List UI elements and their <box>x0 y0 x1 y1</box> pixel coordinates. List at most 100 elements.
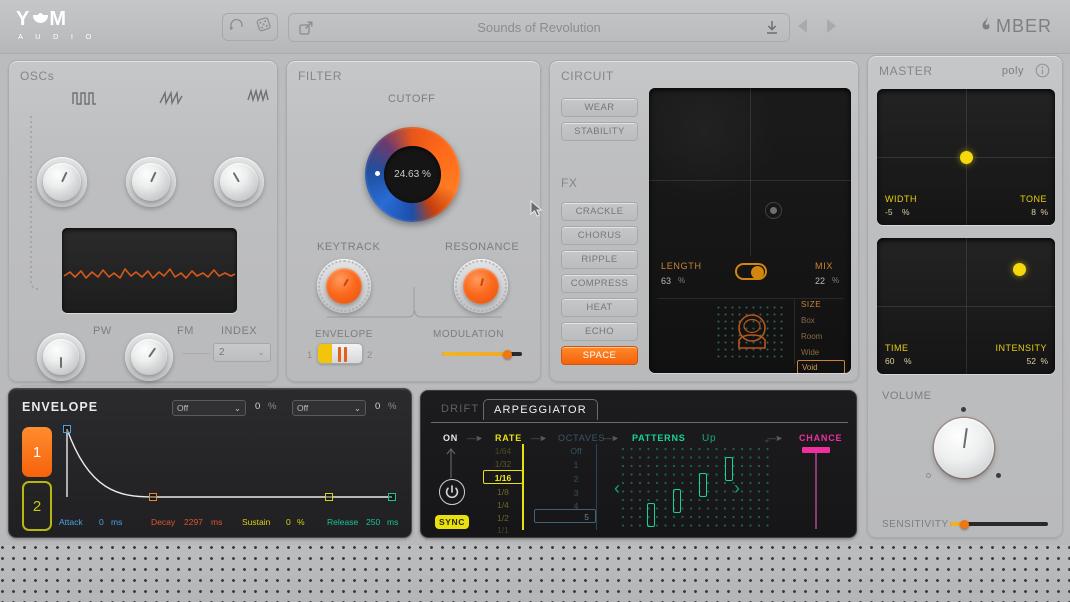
freeze-toggle[interactable] <box>735 263 767 280</box>
circuit-display[interactable]: LENGTH 63 % MIX 22 % SIZE Box Room Wide … <box>649 88 851 373</box>
fm-knob[interactable] <box>125 333 173 381</box>
fx-button-echo[interactable]: ECHO <box>561 322 638 341</box>
decay-unit: ms <box>211 517 222 527</box>
length-unit: % <box>678 276 685 285</box>
osc3-knob[interactable] <box>214 157 264 207</box>
circuit-button-wear[interactable]: WEAR <box>561 98 638 117</box>
osc2-knob[interactable] <box>126 157 176 207</box>
resonance-knob[interactable] <box>454 259 508 313</box>
pattern-grid[interactable] <box>621 447 771 529</box>
pattern-note-1[interactable] <box>647 503 655 527</box>
adsr-curve[interactable] <box>59 421 404 511</box>
rate-option-1-32[interactable]: 1/32 <box>487 459 519 469</box>
tab-arpeggiator[interactable]: ARPEGGIATOR <box>483 399 598 420</box>
pattern-note-2[interactable] <box>673 489 681 513</box>
octaves-option-off[interactable]: Off <box>559 446 593 456</box>
decay-handle[interactable] <box>149 493 157 501</box>
rate-selected-box[interactable]: 1/16 <box>483 470 523 484</box>
width-tone-handle[interactable] <box>960 151 973 164</box>
pw-knob[interactable] <box>37 333 85 381</box>
time-intensity-handle[interactable] <box>1013 263 1026 276</box>
noise-wave-icon <box>247 87 271 110</box>
pattern-direction[interactable]: Up <box>702 433 716 444</box>
fx-button-compress[interactable]: COMPRESS <box>561 274 638 293</box>
tab-drift[interactable]: DRIFT <box>431 399 489 419</box>
rate-option-1-64[interactable]: 1/64 <box>487 446 519 456</box>
fx-button-crackle[interactable]: CRACKLE <box>561 202 638 221</box>
width-tone-pad[interactable]: WIDTH -5 % TONE 8 % <box>877 89 1055 225</box>
fx-button-heat[interactable]: HEAT <box>561 298 638 317</box>
poly-label[interactable]: poly <box>1002 65 1024 77</box>
size-option-box[interactable]: Box <box>801 316 815 325</box>
release-value: 250 <box>366 517 380 527</box>
fx-button-chorus[interactable]: CHORUS <box>561 226 638 245</box>
mix-value: 22 <box>815 276 825 286</box>
index-dropdown[interactable]: 2 ⌄ <box>213 343 271 362</box>
header-utility-buttons[interactable] <box>222 13 278 41</box>
cutoff-unit: % <box>422 169 431 180</box>
rate-option-1-8[interactable]: 1/8 <box>487 487 519 497</box>
envelope-tab-1[interactable]: 1 <box>22 427 52 477</box>
cutoff-knob[interactable]: 24.63 % <box>365 127 460 222</box>
keytrack-knob[interactable] <box>317 259 371 313</box>
info-icon[interactable] <box>1035 63 1050 83</box>
sustain-handle[interactable] <box>325 493 333 501</box>
release-handle[interactable] <box>388 493 396 501</box>
next-preset-button[interactable] <box>827 19 836 33</box>
size-option-wide[interactable]: Wide <box>801 348 819 357</box>
prev-preset-button[interactable] <box>798 19 807 33</box>
volume-knob[interactable] <box>934 418 994 478</box>
rate-option-1-2[interactable]: 1/2 <box>487 513 519 523</box>
rate-option-1-4[interactable]: 1/4 <box>487 500 519 510</box>
dice-icon[interactable] <box>255 17 272 37</box>
preset-name[interactable]: Sounds of Revolution <box>323 20 755 35</box>
chevron-right-icon[interactable]: › <box>734 478 740 499</box>
pattern-note-4[interactable] <box>725 457 733 481</box>
preset-browser-bar[interactable]: Sounds of Revolution <box>288 13 790 42</box>
circuit-button-stability[interactable]: STABILITY <box>561 122 638 141</box>
time-intensity-pad[interactable]: TIME 60 % INTENSITY 52 % <box>877 238 1055 374</box>
pattern-note-3[interactable] <box>699 473 707 497</box>
fx-button-ripple[interactable]: RIPPLE <box>561 250 638 269</box>
octaves-option-1[interactable]: 1 <box>559 460 593 470</box>
envelope-panel: ENVELOPE Off ⌄ 0 % Off ⌄ 0 % 1 2 Attack … <box>8 388 412 538</box>
power-icon[interactable] <box>439 479 465 505</box>
chevron-left-icon[interactable]: ‹ <box>614 478 620 499</box>
envelope-title: ENVELOPE <box>22 400 98 414</box>
chance-handle[interactable] <box>802 447 830 453</box>
envelope-mod1-dropdown[interactable]: Off ⌄ <box>172 400 246 416</box>
fx-button-space[interactable]: SPACE <box>561 346 638 365</box>
open-external-icon[interactable] <box>289 21 323 35</box>
download-icon[interactable] <box>755 20 789 35</box>
volume-tick-top <box>961 407 966 412</box>
size-option-room[interactable]: Room <box>801 332 822 341</box>
octaves-label: OCTAVES <box>558 433 605 443</box>
headphone-icon[interactable] <box>229 18 244 36</box>
octaves-selected-box[interactable]: 5 <box>534 509 596 523</box>
time-label: TIME <box>885 343 909 353</box>
chance-rail[interactable] <box>815 451 817 529</box>
envelope-mod2-value: Off <box>297 403 308 413</box>
waveform-trace <box>62 228 237 313</box>
octaves-option-2[interactable]: 2 <box>559 474 593 484</box>
sensitivity-slider[interactable] <box>950 522 1048 526</box>
rate-option-1-1[interactable]: 1/1 <box>487 525 519 535</box>
circuit-xy-handle[interactable] <box>765 202 782 219</box>
circuit-xy-pad[interactable] <box>649 88 851 256</box>
tone-label: TONE <box>1020 194 1047 204</box>
preset-navigation[interactable] <box>798 19 836 33</box>
attack-handle[interactable] <box>63 425 71 433</box>
logo-bowl-icon <box>33 13 48 26</box>
length-label: LENGTH <box>661 261 702 271</box>
osc1-knob[interactable] <box>37 157 87 207</box>
cutoff-label: CUTOFF <box>388 93 435 105</box>
modulation-slider[interactable] <box>442 352 522 356</box>
envelope-tab-2[interactable]: 2 <box>22 481 52 531</box>
sync-button[interactable]: SYNC <box>435 515 469 529</box>
size-option-void-box[interactable]: Void <box>797 360 845 373</box>
envelope-mod2-dropdown[interactable]: Off ⌄ <box>292 400 366 416</box>
octaves-option-3[interactable]: 3 <box>559 488 593 498</box>
filter-envelope-switch[interactable] <box>317 343 363 364</box>
cutoff-value: 24.63 <box>394 169 419 180</box>
envelope-mod2-amount: 0 <box>375 401 380 412</box>
